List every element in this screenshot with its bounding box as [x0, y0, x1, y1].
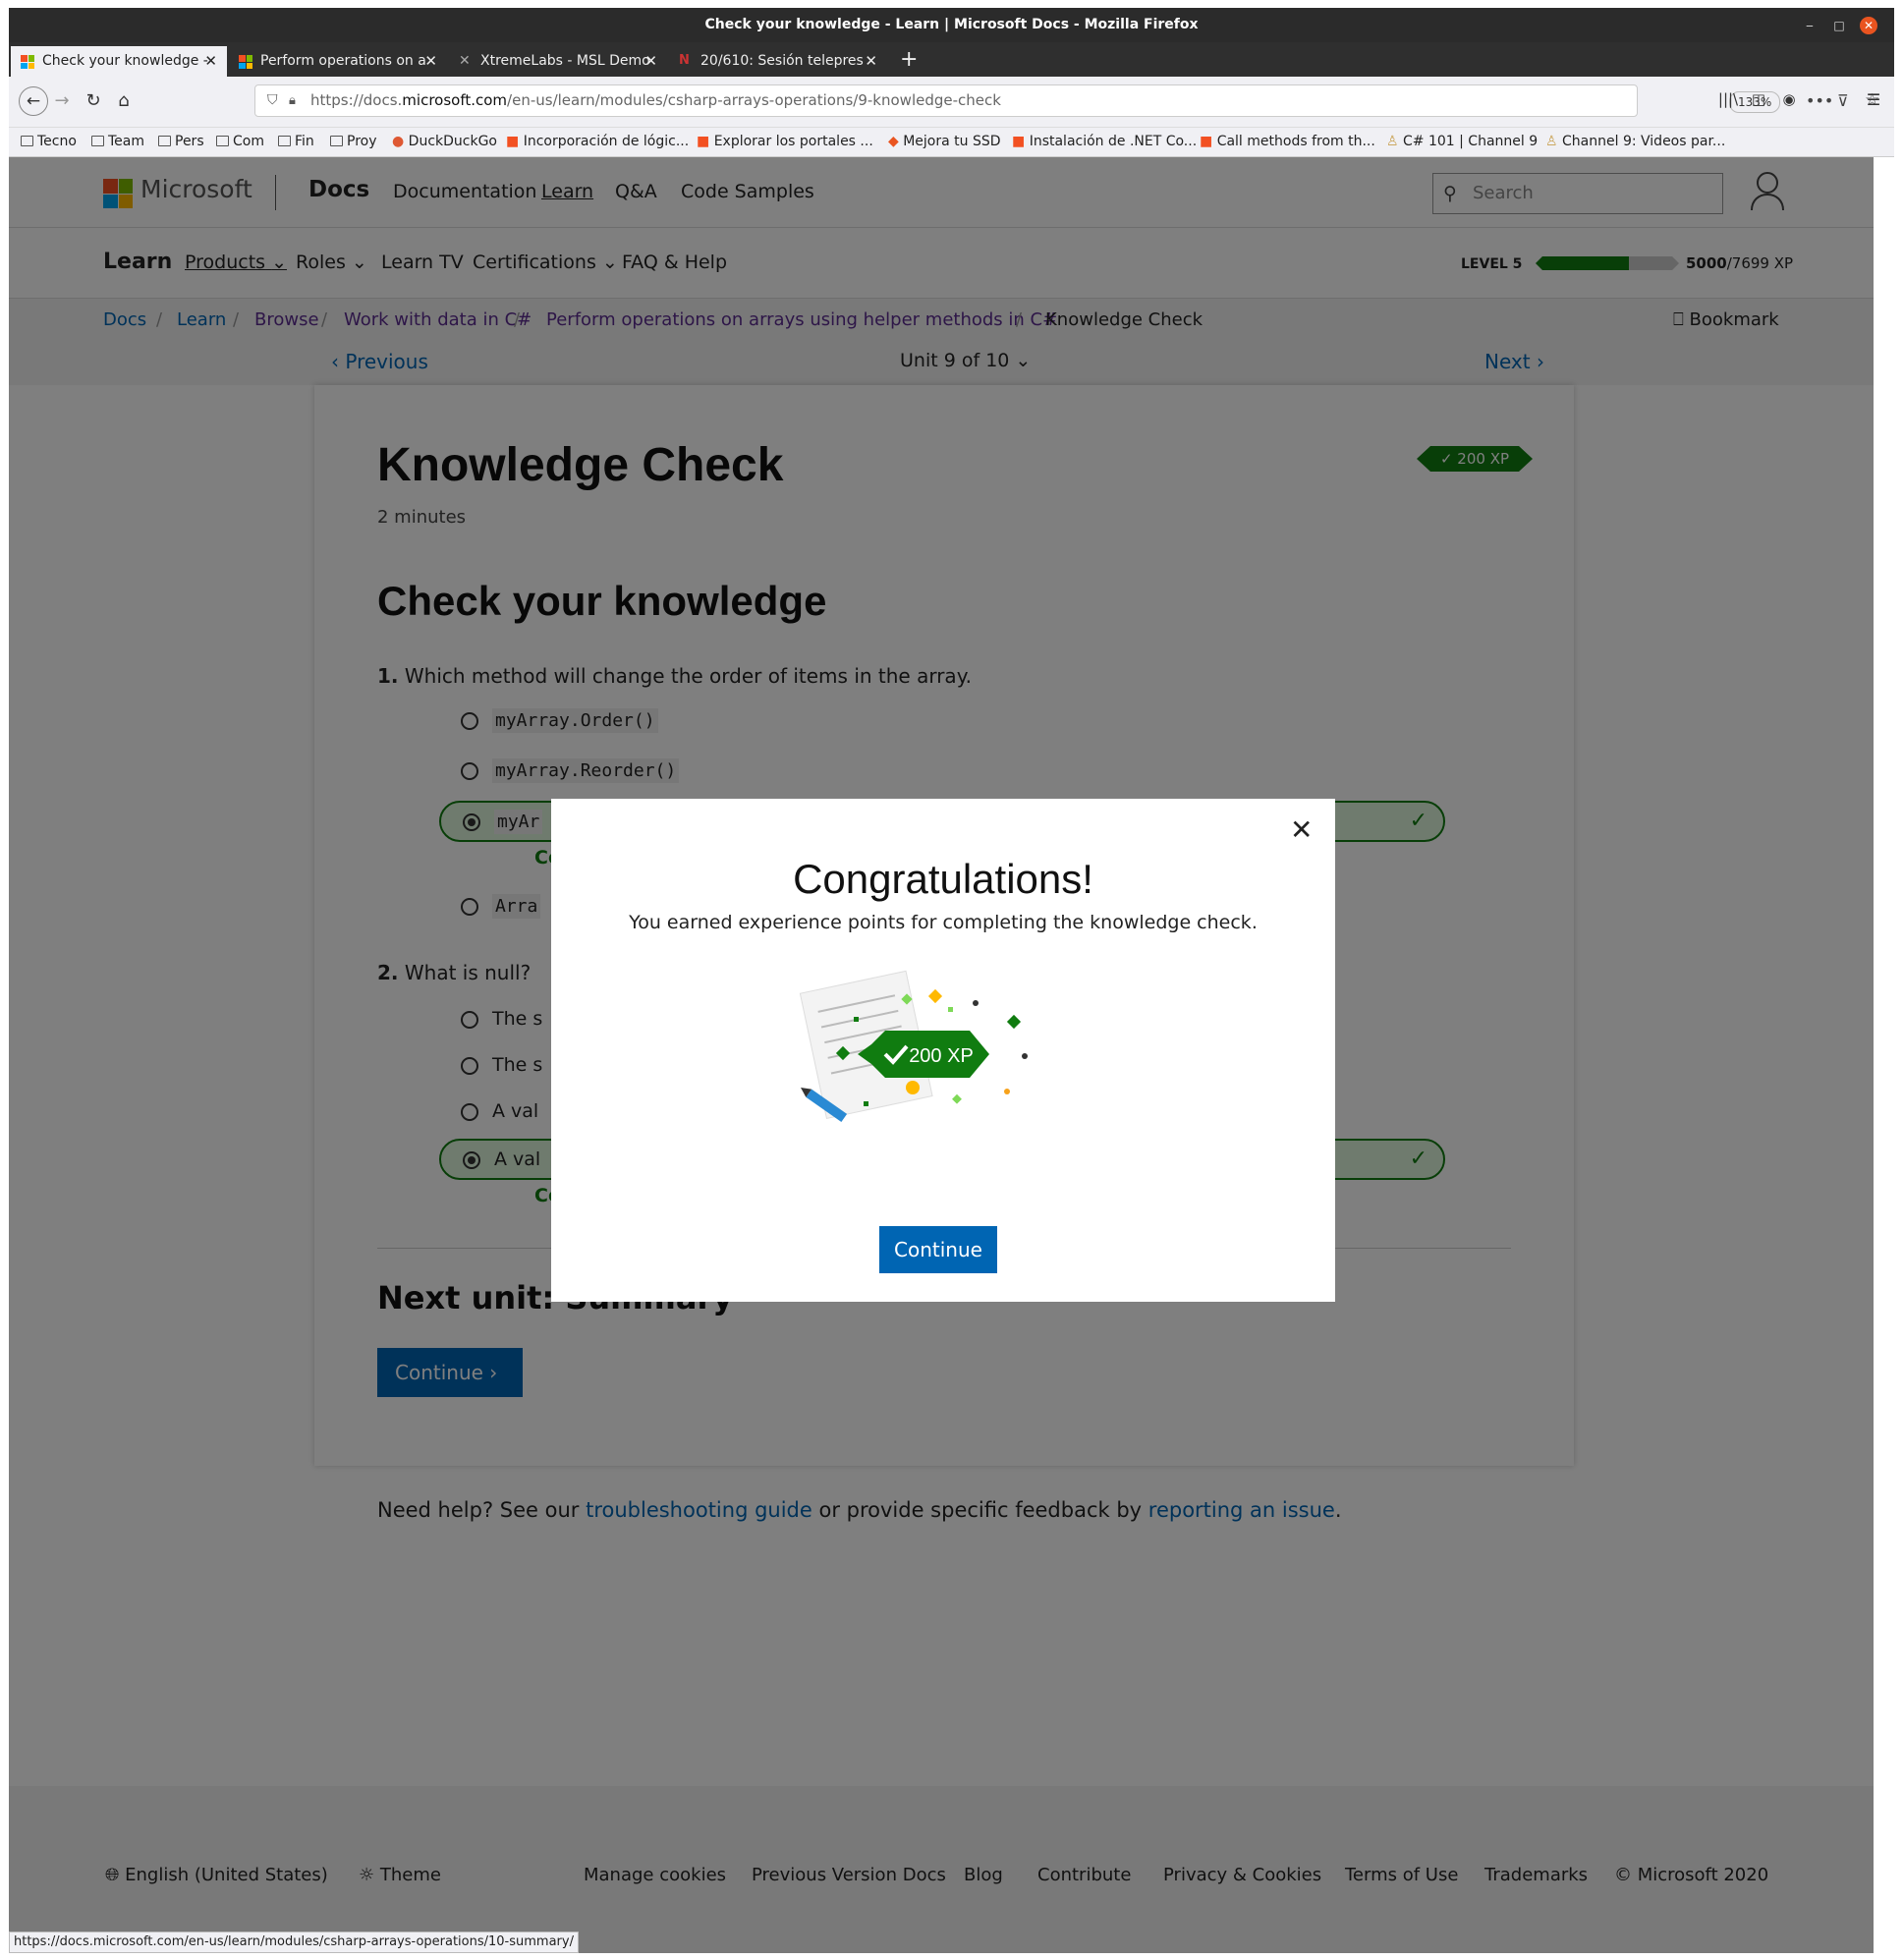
tab-label: XtremeLabs - MSL Demo [480, 53, 650, 69]
modal-overlay[interactable]: ✕ Congratulations! You earned experience… [9, 157, 1874, 1953]
menu-icon[interactable]: ☰ [1862, 90, 1885, 109]
url-text: https://docs.microsoft.com/en-us/learn/m… [310, 91, 1001, 109]
bookmark-channel9-videos[interactable]: ♙ Channel 9: Videos par... [1545, 134, 1725, 149]
back-icon[interactable]: ← [19, 86, 48, 116]
tab-perform-operations[interactable]: Perform operations on a ✕ [229, 46, 447, 77]
folder-icon [216, 136, 229, 146]
dialog-continue-button[interactable]: Continue [879, 1226, 997, 1273]
bookmark-mejora-ssd[interactable]: ◆ Mejora tu SSD [888, 134, 1001, 149]
bookmark-explorar[interactable]: ■ Explorar los portales ... [697, 134, 873, 149]
close-icon[interactable]: ✕ [1290, 816, 1313, 844]
navigation-bar: ← → ↻ ⌂ ⛉ 🔒︎ https://docs.microsoft.com/… [9, 77, 1894, 128]
bookmark-duckduckgo[interactable]: ● DuckDuckGo [392, 134, 497, 149]
tab-label: 20/610: Sesión telepres [700, 53, 864, 69]
page-content: Microsoft Docs Documentation Learn Q&A C… [9, 157, 1874, 1953]
bookmark-folder-fin[interactable]: Fin [278, 134, 314, 149]
bookmark-folder-com[interactable]: Com [216, 134, 264, 149]
lock-icon: 🔒︎ [289, 93, 296, 108]
page-actions-icon[interactable]: ••• [1806, 85, 1833, 116]
close-tab-icon[interactable]: ✕ [204, 46, 217, 77]
folder-icon [330, 136, 343, 146]
bookmark-folder-tecno[interactable]: Tecno [21, 134, 77, 149]
site-favicon-icon: ◆ [888, 134, 904, 149]
folder-icon [91, 136, 104, 146]
forward-icon[interactable]: → [50, 90, 74, 111]
new-tab-icon[interactable]: + [900, 42, 918, 77]
xtremelabs-favicon-icon: ✕ [459, 53, 471, 69]
congratulations-dialog: ✕ Congratulations! You earned experience… [551, 799, 1335, 1302]
sidebar-icon[interactable]: ◫ [1747, 90, 1770, 108]
tab-xtremelabs[interactable]: ✕ XtremeLabs - MSL Demo ✕ [449, 46, 667, 77]
pocket-icon[interactable]: ⊽ [1837, 85, 1849, 116]
dialog-title: Congratulations! [793, 856, 1093, 902]
duckduckgo-icon: ● [392, 134, 409, 149]
maximize-icon[interactable]: □ [1830, 17, 1848, 34]
xp-celebration-illustration: 200 XP [799, 970, 1028, 1123]
url-bar[interactable]: ⛉ 🔒︎ https://docs.microsoft.com/en-us/le… [254, 84, 1879, 117]
microsoft-favicon-icon [21, 55, 34, 69]
library-icon[interactable]: |||\ [1716, 90, 1740, 108]
channel9-icon: ♙ [1386, 134, 1404, 149]
close-tab-icon[interactable]: ✕ [865, 46, 877, 77]
status-bar-url: https://docs.microsoft.com/en-us/learn/m… [9, 1932, 579, 1953]
bookmark-call-methods[interactable]: ■ Call methods from th... [1200, 134, 1375, 149]
dialog-message: You earned experience points for complet… [629, 912, 1258, 933]
tab-sesion[interactable]: N 20/610: Sesión telepres ✕ [669, 46, 887, 77]
microsoft-favicon-icon: ■ [506, 134, 524, 149]
channel9-icon: ♙ [1545, 134, 1563, 149]
reload-icon[interactable]: ↻ [82, 90, 105, 111]
microsoft-favicon-icon [239, 55, 252, 69]
bookmark-folder-proy[interactable]: Proy [330, 134, 377, 149]
window-title: Check your knowledge - Learn | Microsoft… [704, 17, 1199, 32]
microsoft-favicon-icon: ■ [697, 134, 714, 149]
folder-icon [158, 136, 171, 146]
folder-icon [278, 136, 291, 146]
home-icon[interactable]: ⌂ [112, 90, 136, 111]
tab-label: Check your knowledge - [42, 53, 208, 69]
bookmark-csharp-101[interactable]: ♙ C# 101 | Channel 9 [1386, 134, 1538, 149]
microsoft-favicon-icon: ■ [1200, 134, 1217, 149]
folder-icon [21, 136, 33, 146]
bookmark-folder-team[interactable]: Team [91, 134, 144, 149]
minimize-icon[interactable]: ‒ [1801, 17, 1819, 34]
shield-icon: ⛉ [267, 92, 278, 108]
bookmark-instalacion[interactable]: ■ Instalación de .NET Co... [1012, 134, 1197, 149]
browser-window: Check your knowledge - Learn | Microsoft… [9, 8, 1894, 1953]
close-window-icon[interactable]: ✕ [1860, 17, 1877, 34]
tab-bar: Check your knowledge - ✕ Perform operati… [9, 42, 1894, 77]
bookmarks-bar: Tecno Team Pers Com Fin Proy ● DuckDuckG… [9, 128, 1894, 157]
bookmark-folder-pers[interactable]: Pers [158, 134, 204, 149]
bookmark-incorporacion[interactable]: ■ Incorporación de lógic... [506, 134, 689, 149]
n-favicon-icon: N [679, 53, 690, 68]
account-icon[interactable]: ◉ [1777, 90, 1801, 108]
title-bar: Check your knowledge - Learn | Microsoft… [9, 8, 1894, 42]
microsoft-favicon-icon: ■ [1012, 134, 1030, 149]
tab-check-knowledge[interactable]: Check your knowledge - ✕ [11, 46, 227, 77]
close-tab-icon[interactable]: ✕ [424, 46, 437, 77]
modal-xp-value: 200 XP [909, 1045, 974, 1067]
tab-label: Perform operations on a [260, 53, 426, 69]
close-tab-icon[interactable]: ✕ [644, 46, 657, 77]
